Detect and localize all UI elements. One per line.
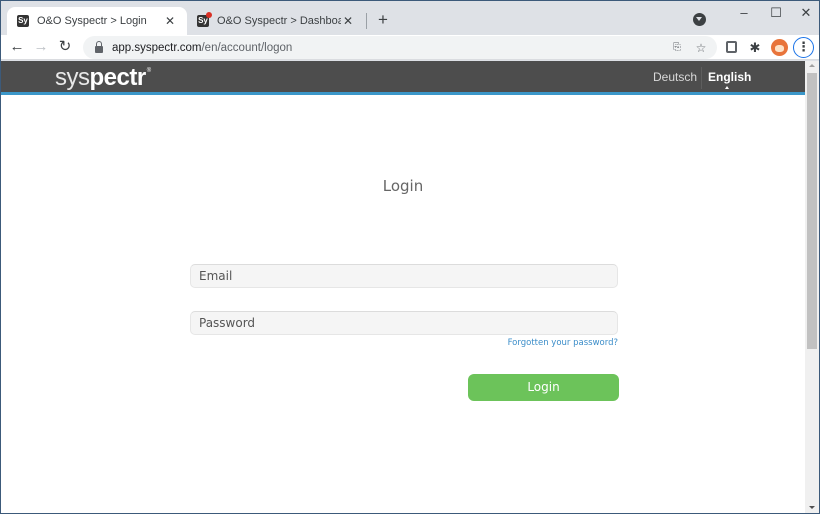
page-title: Login [382, 177, 424, 195]
forward-button[interactable]: → [31, 37, 51, 57]
browser-menu-button[interactable]: ⋮ [793, 37, 814, 58]
registered-mark: ® [146, 68, 151, 74]
extensions-puzzle-icon[interactable]: ✱ [747, 40, 763, 56]
tab-strip: Sy O&O Syspectr > Login ✕ Sy O&O Syspect… [1, 1, 819, 35]
active-language-caret-icon [725, 86, 729, 89]
close-window-button[interactable]: ✕ [791, 1, 819, 25]
tab-title: O&O Syspectr > Dashboard [217, 15, 341, 27]
minimize-button[interactable]: – [729, 1, 759, 25]
browser-window: Sy O&O Syspectr > Login ✕ Sy O&O Syspect… [1, 1, 819, 513]
vertical-scrollbar[interactable] [805, 61, 819, 513]
translate-icon[interactable]: ⎘ [669, 40, 685, 56]
notification-badge [206, 12, 212, 18]
close-tab-icon[interactable]: ✕ [163, 14, 177, 28]
language-english-link[interactable]: English [708, 70, 751, 84]
page-viewport: syspectr® Deutsch English Login Forgotte… [1, 61, 819, 513]
browser-toolbar: ← → ↻ app.syspectr.com/en/account/logon … [1, 35, 819, 60]
new-tab-button[interactable]: + [373, 10, 393, 30]
login-button[interactable]: Login [468, 374, 619, 401]
bookmark-star-icon[interactable]: ☆ [693, 40, 709, 56]
syspectr-favicon-icon: Sy [17, 15, 29, 27]
lock-icon[interactable] [95, 41, 103, 53]
back-button[interactable]: ← [7, 37, 27, 57]
scroll-up-arrow-icon[interactable] [809, 64, 815, 67]
maximize-button[interactable]: ☐ [761, 1, 791, 25]
logo-light: sys [55, 64, 90, 91]
scrollbar-thumb[interactable] [807, 73, 817, 349]
profile-avatar[interactable] [771, 39, 788, 56]
tab-title: O&O Syspectr > Login [37, 15, 147, 27]
email-field[interactable] [190, 264, 618, 288]
logo-bold: pectr [89, 64, 147, 91]
bitwarden-icon[interactable] [723, 40, 739, 56]
language-separator [701, 67, 702, 89]
tab-search-icon[interactable] [693, 13, 706, 26]
close-tab-icon[interactable]: ✕ [341, 14, 355, 28]
url-path: /en/account/logon [201, 41, 293, 54]
password-field[interactable] [190, 311, 618, 335]
language-deutsch-link[interactable]: Deutsch [653, 70, 697, 84]
reload-button[interactable]: ↻ [55, 37, 75, 57]
url-host: app.syspectr.com [112, 41, 202, 54]
syspectr-favicon-icon: Sy [197, 12, 212, 27]
address-bar[interactable]: app.syspectr.com/en/account/logon ⎘ ☆ [83, 36, 717, 59]
tab-login[interactable]: Sy O&O Syspectr > Login ✕ [7, 7, 187, 35]
scroll-down-arrow-icon[interactable] [809, 506, 815, 509]
tab-separator [366, 13, 367, 29]
site-header: syspectr® Deutsch English [1, 61, 805, 95]
url-text[interactable]: app.syspectr.com/en/account/logon [112, 42, 292, 54]
syspectr-logo[interactable]: syspectr® [55, 64, 151, 92]
forgot-password-link[interactable]: Forgotten your password? [508, 338, 618, 348]
tab-dashboard[interactable]: Sy O&O Syspectr > Dashboard ✕ [187, 7, 365, 35]
